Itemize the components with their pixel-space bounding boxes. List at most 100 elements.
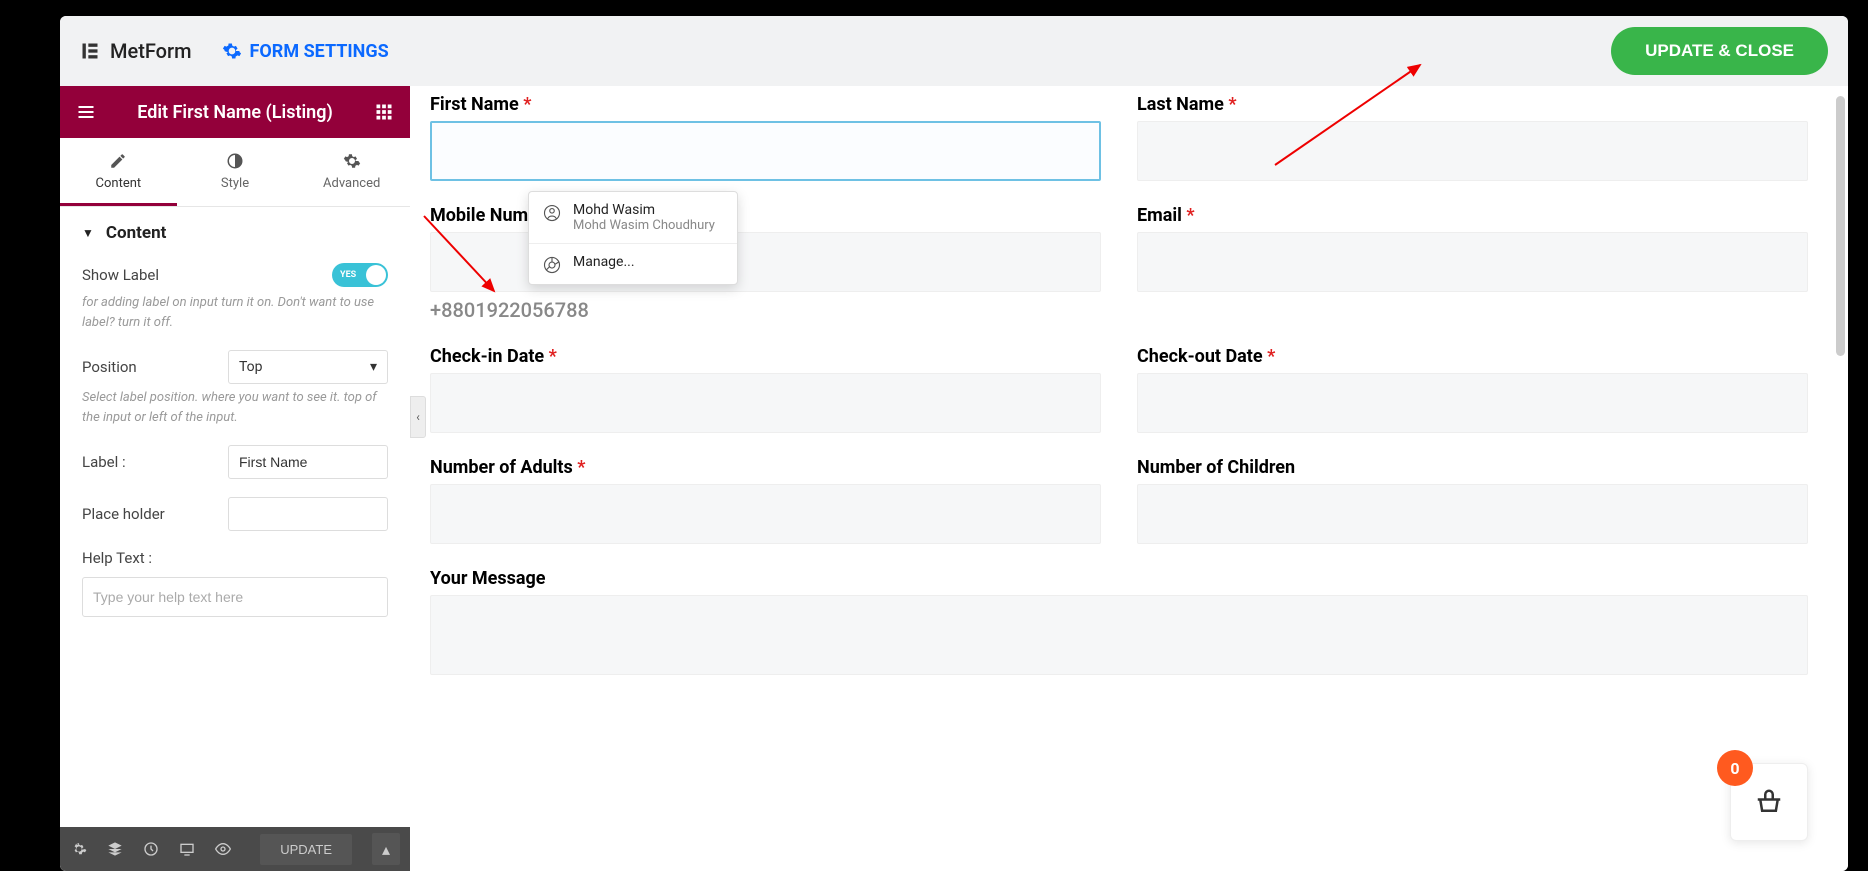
modal-dialog: MetForm FORM SETTINGS UPDATE & CLOSE Edi… bbox=[60, 16, 1848, 871]
last-name-label: Last Name bbox=[1137, 94, 1224, 115]
label-input[interactable] bbox=[228, 445, 388, 479]
checkout-label: Check-out Date bbox=[1137, 346, 1263, 367]
show-label-toggle[interactable]: YES bbox=[332, 263, 388, 287]
adults-input[interactable] bbox=[430, 484, 1101, 544]
last-name-input[interactable] bbox=[1137, 121, 1808, 181]
autofill-full: Mohd Wasim Choudhury bbox=[573, 218, 715, 233]
label-field-label: Label : bbox=[82, 453, 126, 471]
children-input[interactable] bbox=[1137, 484, 1808, 544]
message-label: Your Message bbox=[430, 568, 546, 589]
field-first-name[interactable]: First Name * bbox=[430, 94, 1101, 181]
sidebar-tabs: Content Style Advanced bbox=[60, 138, 410, 207]
caret-down-icon: ▼ bbox=[82, 226, 94, 240]
toggle-knob bbox=[366, 265, 386, 285]
field-adults[interactable]: Number of Adults * bbox=[430, 457, 1101, 544]
accordion-content[interactable]: ▼ Content bbox=[82, 223, 388, 243]
toggle-text: YES bbox=[340, 270, 356, 280]
tab-content-label: Content bbox=[96, 176, 142, 191]
sidebar-header: Edit First Name (Listing) bbox=[60, 86, 410, 138]
autofill-manage-label: Manage... bbox=[573, 254, 635, 270]
checkout-input[interactable] bbox=[1137, 373, 1808, 433]
field-message[interactable]: Your Message bbox=[430, 568, 1808, 675]
cart-fab[interactable]: 0 bbox=[1730, 763, 1808, 841]
position-help: Select label position. where you want to… bbox=[82, 388, 388, 427]
required-mark: * bbox=[1186, 205, 1194, 226]
field-email[interactable]: Email * bbox=[1137, 205, 1808, 322]
responsive-icon[interactable] bbox=[178, 841, 196, 857]
brand-label: MetForm bbox=[110, 39, 192, 63]
sidebar-title: Edit First Name (Listing) bbox=[137, 102, 333, 123]
form-grid: First Name * Last Name * Mobile Number *… bbox=[430, 94, 1808, 675]
help-text-label: Help Text : bbox=[82, 549, 388, 567]
update-close-button[interactable]: UPDATE & CLOSE bbox=[1611, 27, 1828, 75]
field-checkout[interactable]: Check-out Date * bbox=[1137, 346, 1808, 433]
metform-brand: MetForm bbox=[80, 39, 192, 63]
tab-style[interactable]: Style bbox=[177, 138, 294, 206]
grid-icon[interactable] bbox=[374, 102, 394, 122]
sidebar-bottom-bar: UPDATE ▴ bbox=[60, 827, 410, 871]
person-icon bbox=[543, 204, 561, 222]
tab-style-label: Style bbox=[221, 176, 249, 191]
tab-advanced-label: Advanced bbox=[323, 176, 380, 191]
checkin-input[interactable] bbox=[430, 373, 1101, 433]
settings-icon[interactable] bbox=[70, 841, 88, 857]
modal-header: MetForm FORM SETTINGS UPDATE & CLOSE bbox=[60, 16, 1848, 86]
checkin-label: Check-in Date bbox=[430, 346, 544, 367]
tab-content[interactable]: Content bbox=[60, 138, 177, 206]
required-mark: * bbox=[523, 94, 531, 115]
canvas: ‹ First Name * Last Name * Mobile Number… bbox=[410, 86, 1848, 871]
mobile-hint: +8801922056788 bbox=[430, 298, 1101, 322]
position-select[interactable]: Top ▾ bbox=[228, 350, 388, 384]
header-left: MetForm FORM SETTINGS bbox=[80, 39, 389, 63]
email-label: Email bbox=[1137, 205, 1182, 226]
accordion-label: Content bbox=[106, 223, 166, 243]
message-input[interactable] bbox=[430, 595, 1808, 675]
form-settings-button[interactable]: FORM SETTINGS bbox=[222, 41, 389, 62]
pencil-icon bbox=[109, 152, 127, 170]
field-children[interactable]: Number of Children bbox=[1137, 457, 1808, 544]
placeholder-input[interactable] bbox=[228, 497, 388, 531]
sidebar-collapse-handle[interactable]: ‹ bbox=[410, 396, 426, 438]
field-checkin[interactable]: Check-in Date * bbox=[430, 346, 1101, 433]
sidebar-panel: ▼ Content Show Label YES for adding labe… bbox=[60, 207, 410, 827]
field-last-name[interactable]: Last Name * bbox=[1137, 94, 1808, 181]
chrome-icon bbox=[543, 256, 561, 274]
help-text-input[interactable] bbox=[82, 577, 388, 617]
autofill-suggestion[interactable]: Mohd Wasim Mohd Wasim Choudhury bbox=[529, 192, 737, 243]
tab-advanced[interactable]: Advanced bbox=[293, 138, 410, 206]
position-label: Position bbox=[82, 358, 137, 376]
elementor-icon bbox=[80, 41, 100, 61]
modal-body: Edit First Name (Listing) Content Style … bbox=[60, 86, 1848, 871]
first-name-label: First Name bbox=[430, 94, 519, 115]
show-label-help: for adding label on input turn it on. Do… bbox=[82, 293, 388, 332]
layers-icon[interactable] bbox=[106, 841, 124, 857]
autofill-manage[interactable]: Manage... bbox=[529, 243, 737, 284]
scrollbar[interactable] bbox=[1836, 96, 1845, 356]
autofill-popup: Mohd Wasim Mohd Wasim Choudhury Manage..… bbox=[528, 191, 738, 285]
hamburger-icon[interactable] bbox=[76, 102, 96, 122]
contrast-icon bbox=[226, 152, 244, 170]
update-caret[interactable]: ▴ bbox=[372, 833, 400, 865]
gear-icon bbox=[343, 152, 361, 170]
email-input[interactable] bbox=[1137, 232, 1808, 292]
placeholder-field-label: Place holder bbox=[82, 505, 165, 523]
required-mark: * bbox=[577, 457, 585, 478]
gear-icon bbox=[222, 41, 242, 61]
update-button[interactable]: UPDATE bbox=[260, 834, 352, 865]
children-label: Number of Children bbox=[1137, 457, 1295, 478]
show-label-label: Show Label bbox=[82, 266, 159, 284]
required-mark: * bbox=[1228, 94, 1236, 115]
sidebar: Edit First Name (Listing) Content Style … bbox=[60, 86, 410, 871]
history-icon[interactable] bbox=[142, 841, 160, 857]
autofill-name: Mohd Wasim bbox=[573, 202, 715, 218]
required-mark: * bbox=[549, 346, 557, 367]
adults-label: Number of Adults bbox=[430, 457, 573, 478]
first-name-input[interactable] bbox=[430, 121, 1101, 181]
form-settings-label: FORM SETTINGS bbox=[250, 41, 389, 62]
basket-icon bbox=[1754, 787, 1784, 817]
required-mark: * bbox=[1267, 346, 1275, 367]
cart-badge: 0 bbox=[1717, 750, 1753, 786]
position-value: Top bbox=[239, 359, 263, 375]
preview-icon[interactable] bbox=[214, 841, 232, 857]
chevron-down-icon: ▾ bbox=[370, 359, 377, 375]
